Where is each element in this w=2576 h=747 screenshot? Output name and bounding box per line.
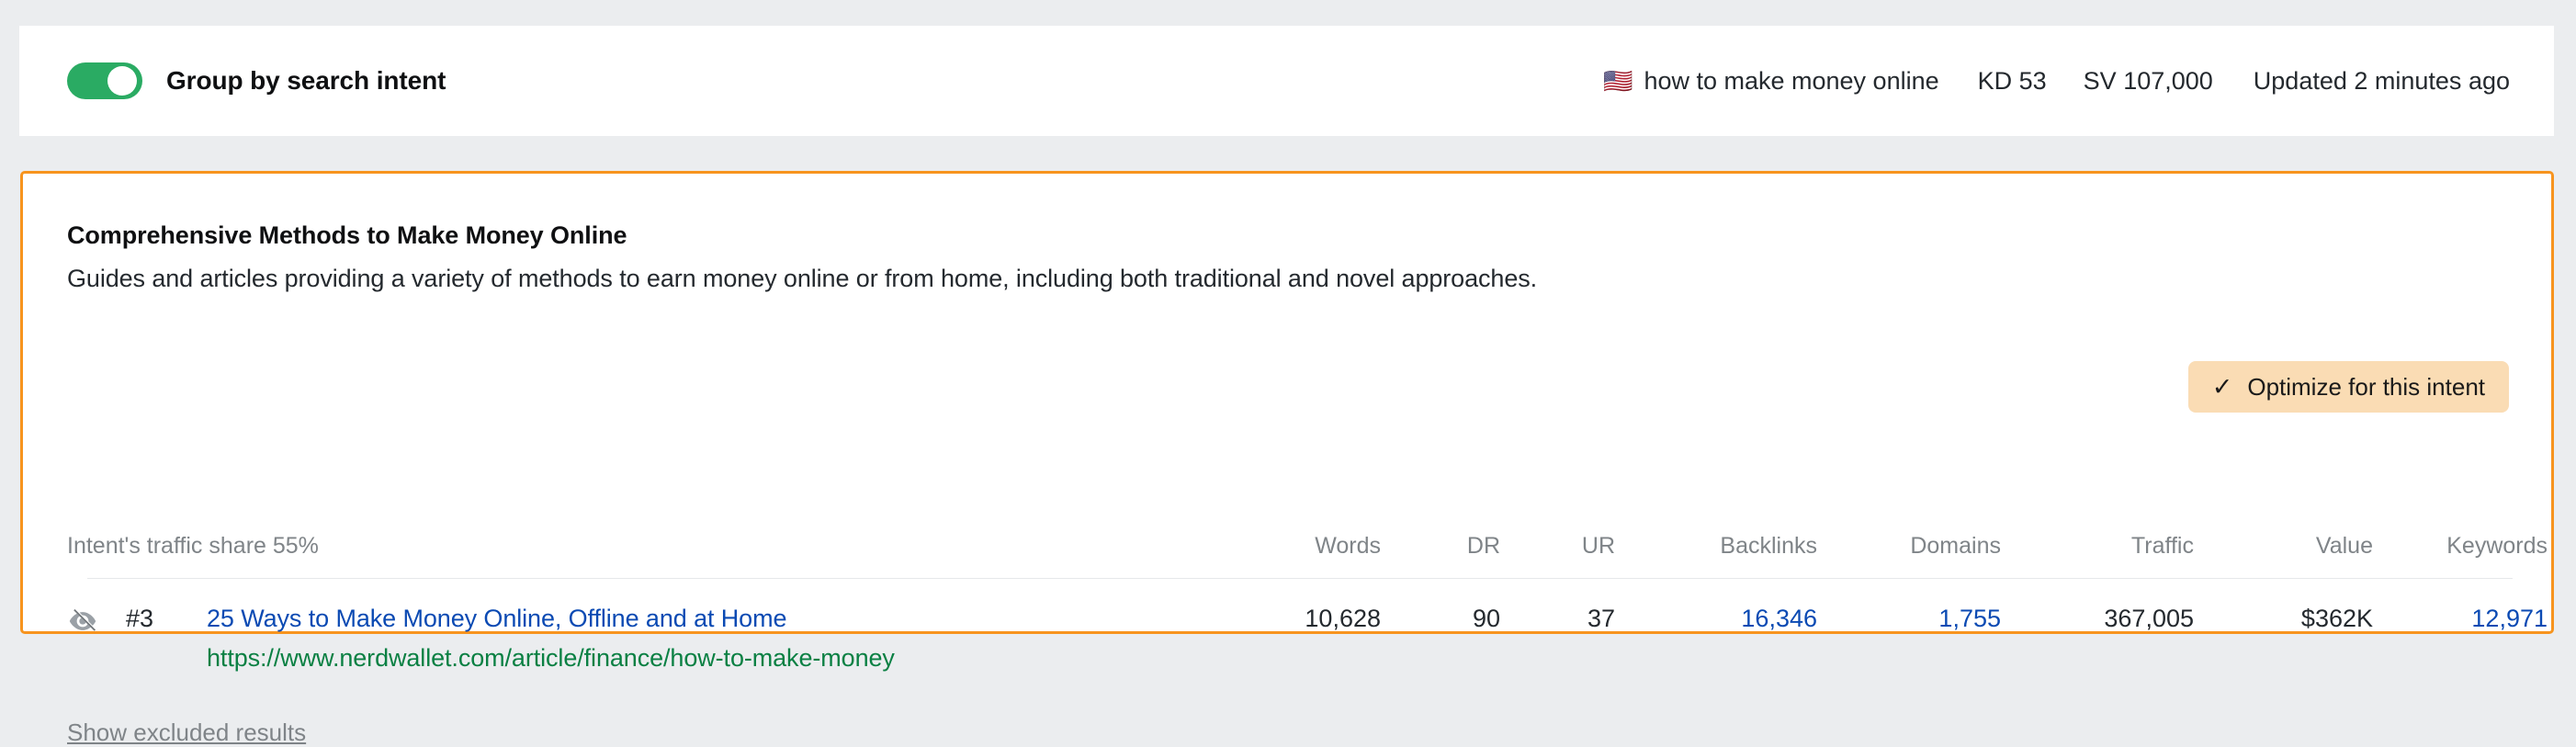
- result-url-link[interactable]: https://www.nerdwallet.com/article/finan…: [207, 642, 895, 673]
- cell-ur: 37: [1587, 605, 1615, 632]
- results-table: Intent's traffic share 55% Words DR UR B…: [67, 526, 2548, 673]
- group-by-search-intent-toggle[interactable]: [67, 62, 142, 99]
- intent-card: Comprehensive Methods to Make Money Onli…: [20, 171, 2554, 746]
- intent-traffic-share-label: Intent's traffic share 55%: [67, 532, 319, 559]
- top-toolbar: Group by search intent 🇺🇸 how to make mo…: [19, 26, 2554, 136]
- table-row: #3 25 Ways to Make Money Online, Offline…: [67, 579, 2548, 673]
- optimize-for-this-intent-button[interactable]: ✓ Optimize for this intent: [2187, 361, 2509, 413]
- column-header-value[interactable]: Value: [2194, 533, 2373, 560]
- check-icon: ✓: [2211, 372, 2233, 401]
- intent-card-inner: Comprehensive Methods to Make Money Onli…: [23, 174, 2551, 746]
- keyword-summary: 🇺🇸 how to make money online KD 53 SV 107…: [1603, 67, 2554, 96]
- column-header-traffic[interactable]: Traffic: [2001, 533, 2194, 560]
- result-title-link[interactable]: 25 Ways to Make Money Online, Offline an…: [207, 603, 895, 634]
- us-flag-icon: 🇺🇸: [1603, 67, 1633, 95]
- cell-traffic: 367,005: [2104, 605, 2194, 632]
- keyword-difficulty: KD 53: [1977, 66, 2047, 95]
- intent-title: Comprehensive Methods to Make Money Onli…: [67, 221, 627, 249]
- table-header-row: Intent's traffic share 55% Words DR UR B…: [67, 526, 2548, 565]
- toggle-knob: [107, 66, 137, 96]
- page-root: Group by search intent 🇺🇸 how to make mo…: [0, 0, 2576, 746]
- optimize-button-label: Optimize for this intent: [2247, 372, 2485, 401]
- group-by-search-intent-label: Group by search intent: [166, 66, 446, 95]
- cell-words: 10,628: [1305, 605, 1381, 632]
- keyword-term: how to make money online: [1644, 66, 1939, 95]
- column-header-words[interactable]: Words: [1215, 533, 1381, 560]
- result-link-block: 25 Ways to Make Money Online, Offline an…: [207, 603, 895, 673]
- intent-description: Guides and articles providing a variety …: [67, 265, 1538, 292]
- result-rank: #3: [126, 605, 154, 632]
- cell-domains[interactable]: 1,755: [1817, 603, 2001, 634]
- cell-keywords[interactable]: 12,971: [2373, 603, 2548, 634]
- eye-off-icon[interactable]: [67, 606, 98, 637]
- table-row-left: #3 25 Ways to Make Money Online, Offline…: [67, 603, 1215, 673]
- column-header-ur[interactable]: UR: [1500, 533, 1615, 560]
- column-header-domains[interactable]: Domains: [1817, 533, 2001, 560]
- search-volume: SV 107,000: [2083, 66, 2213, 95]
- column-header-keywords[interactable]: Keywords: [2373, 533, 2548, 560]
- show-excluded-results-link[interactable]: Show excluded results: [67, 719, 306, 747]
- cell-value: $362K: [2300, 605, 2373, 632]
- column-header-dr[interactable]: DR: [1381, 533, 1500, 560]
- updated-timestamp: Updated 2 minutes ago: [2253, 66, 2510, 95]
- group-by-intent-control: Group by search intent: [19, 62, 446, 99]
- cell-dr: 90: [1472, 605, 1500, 632]
- cell-backlinks[interactable]: 16,346: [1615, 603, 1817, 634]
- column-header-backlinks[interactable]: Backlinks: [1615, 533, 1817, 560]
